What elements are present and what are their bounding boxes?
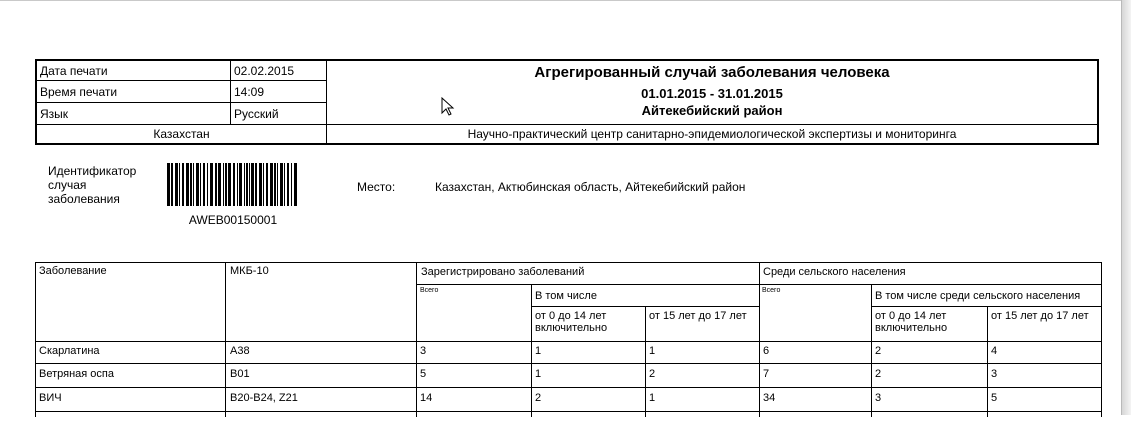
barcode-image [167, 163, 297, 206]
column-header-disease: Заболевание [39, 265, 107, 277]
column-header-including-rural: В том числе среди сельского населения [875, 290, 1081, 302]
table-divider [35, 341, 1102, 342]
cell-rural-age-0-14: 2 [875, 368, 882, 380]
cell-age-0-14: 1 [535, 368, 542, 380]
cell-icd: A38 [230, 345, 250, 357]
cell-total: 5 [420, 368, 427, 380]
column-header-age-15-17-rural: от 15 лет до 17 лет [991, 310, 1089, 322]
cell-age-15-17: 1 [649, 345, 656, 357]
header-divider [37, 124, 1097, 125]
case-id-label: Идентификатор случая заболевания [48, 164, 137, 206]
organization-cell: Научно-практический центр санитарно-эпид… [467, 127, 957, 141]
language-label: Язык [40, 107, 69, 121]
header-divider [37, 102, 326, 103]
cell-total: 3 [420, 345, 427, 357]
table-divider [645, 306, 646, 417]
table-divider [225, 262, 226, 417]
table-divider [35, 411, 1102, 412]
table-divider [871, 306, 1102, 307]
language-value: Русский [234, 107, 279, 121]
column-header-age-15-17: от 15 лет до 17 лет [649, 310, 747, 322]
table-divider [35, 363, 1102, 364]
table-divider [416, 262, 417, 417]
country-cell: Казахстан [153, 127, 210, 141]
header-divider [230, 61, 231, 124]
column-header-total: Всего [420, 287, 439, 294]
cell-rural-age-0-14: 3 [875, 392, 882, 404]
cell-rural-age-15-17: 3 [991, 368, 998, 380]
table-divider [871, 284, 872, 417]
cell-rural-age-15-17: 5 [991, 392, 998, 404]
cell-age-15-17: 1 [649, 392, 656, 404]
cell-rural-total: 34 [763, 392, 776, 404]
table-divider [35, 387, 1102, 388]
print-time-value: 14:09 [234, 85, 265, 99]
print-date-value: 02.02.2015 [234, 64, 295, 78]
column-header-age-0-14: от 0 до 14 лет включительно [535, 310, 608, 334]
mouse-pointer-icon [441, 97, 455, 116]
column-header-registered: Зарегистрировано заболеваний [421, 266, 585, 278]
cell-rural-age-0-14: 2 [875, 345, 882, 357]
place-label: Место: [357, 180, 396, 194]
cell-icd: B20-B24, Z21 [230, 392, 298, 404]
table-divider [416, 284, 1102, 285]
page-edge-top [0, 0, 1122, 1]
page-shadow [1122, 0, 1131, 415]
cell-rural-total: 7 [763, 368, 770, 380]
print-time-label: Время печати [40, 85, 118, 99]
cell-age-0-14: 2 [535, 392, 542, 404]
cell-disease: ВИЧ [39, 392, 62, 404]
report-header: Дата печати 02.02.2015 Время печати 14:0… [35, 59, 1099, 145]
cell-age-15-17: 2 [649, 368, 656, 380]
cell-icd: B01 [230, 368, 250, 380]
column-header-icd: МКБ-10 [230, 265, 269, 277]
header-divider [37, 80, 326, 81]
cell-rural-age-15-17: 4 [991, 345, 998, 357]
cell-total: 14 [420, 392, 433, 404]
table-divider [531, 306, 759, 307]
table-divider [759, 262, 760, 417]
table-divider [531, 284, 532, 417]
cell-disease: Скарлатина [39, 345, 100, 357]
cell-rural-total: 6 [763, 345, 770, 357]
column-header-age-0-14-rural: от 0 до 14 лет включительно [875, 310, 948, 334]
cell-age-0-14: 1 [535, 345, 542, 357]
report-title: Агрегированный случай заболевания челове… [534, 66, 890, 80]
column-header-rural: Среди сельского населения [763, 266, 906, 278]
disease-table: Заболевание МКБ-10 Зарегистрировано забо… [35, 262, 1103, 422]
column-header-including: В том числе [535, 290, 597, 302]
print-date-label: Дата печати [40, 64, 108, 78]
place-value: Казахстан, Актюбинская область, Айтекеби… [435, 180, 746, 194]
barcode-text: AWEB00150001 [188, 213, 278, 227]
column-header-total-rural: Всего [762, 287, 781, 294]
cell-disease: Ветряная оспа [39, 368, 114, 380]
table-divider [987, 306, 988, 417]
table-border [35, 262, 1102, 417]
